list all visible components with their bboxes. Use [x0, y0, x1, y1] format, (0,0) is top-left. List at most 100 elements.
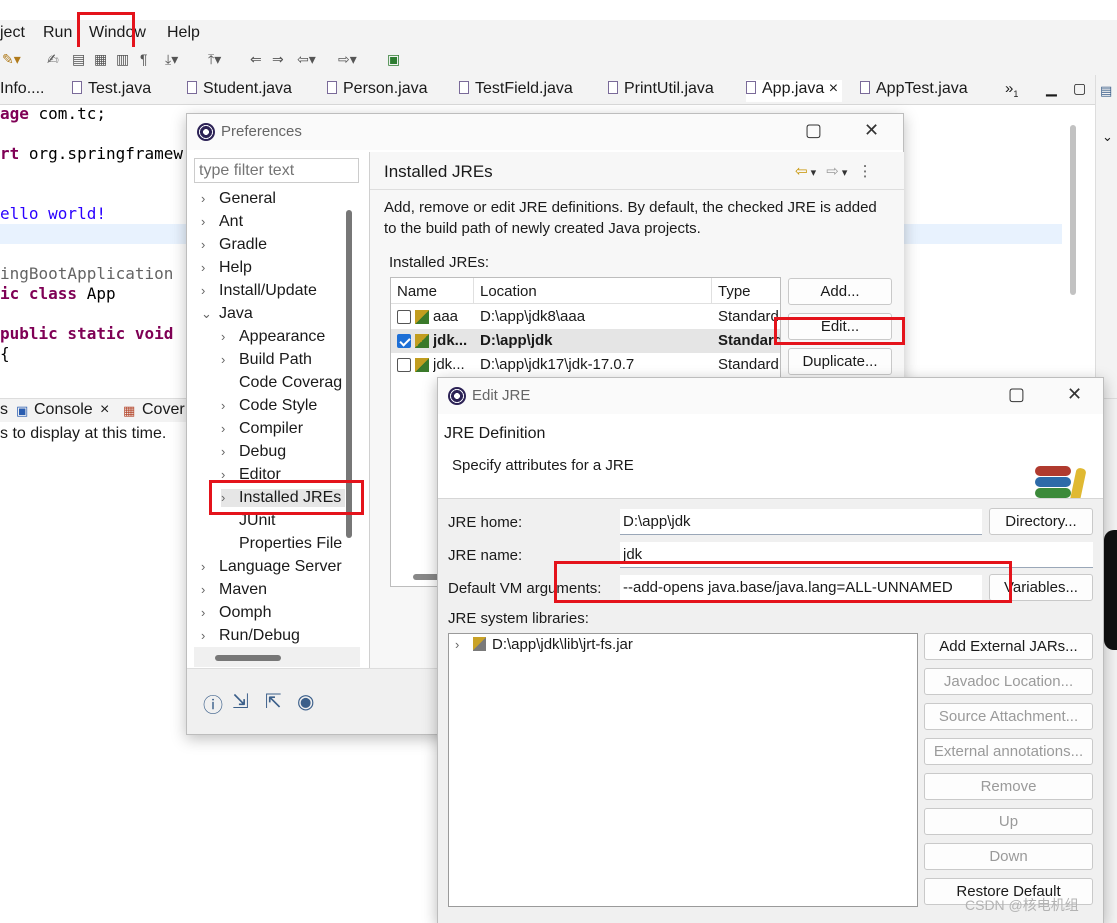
- close-icon[interactable]: ×: [829, 80, 838, 97]
- list-item[interactable]: › D:\app\jdk\lib\jrt-fs.jar: [455, 636, 633, 653]
- tree-item-compiler[interactable]: › Compiler: [221, 420, 303, 438]
- export-icon[interactable]: ⇱: [265, 689, 282, 714]
- chevron-right-icon[interactable]: ›: [455, 637, 473, 652]
- close-icon[interactable]: ✕: [1067, 384, 1082, 405]
- tree-item-install-update[interactable]: › Install/Update: [201, 282, 317, 300]
- tree-item-general[interactable]: › General: [201, 190, 276, 208]
- tab-coverage[interactable]: Cover: [142, 401, 185, 419]
- toolbar-icon-c[interactable]: ▥: [116, 51, 129, 68]
- tree-item-language-servers[interactable]: › Language Server: [201, 558, 342, 576]
- tree-item-ant[interactable]: › Ant: [201, 213, 243, 231]
- tab-apptest-java[interactable]: AppTest.java: [860, 80, 968, 102]
- tree-item-build-path[interactable]: › Build Path: [221, 351, 312, 369]
- column-header-type[interactable]: Type: [712, 278, 780, 304]
- tree-horizontal-scrollbar[interactable]: [215, 655, 281, 661]
- tab-testfield-java[interactable]: TestField.java: [459, 80, 573, 102]
- chevron-down-icon[interactable]: ▾: [811, 167, 820, 179]
- row-checkbox[interactable]: [397, 358, 411, 372]
- menu-run[interactable]: Run: [43, 24, 72, 42]
- edit-jre-titlebar[interactable]: Edit JRE ▢ ✕: [438, 378, 1103, 414]
- tab-test-java[interactable]: Test.java: [72, 80, 151, 102]
- tree-item-help[interactable]: › Help: [201, 259, 252, 277]
- add-jre-button[interactable]: Add...: [788, 278, 892, 305]
- javadoc-location-button[interactable]: Javadoc Location...: [924, 668, 1093, 695]
- tree-item-run-debug[interactable]: › Run/Debug: [201, 627, 300, 645]
- tree-item-oomph[interactable]: › Oomph: [201, 604, 271, 622]
- minimize-icon[interactable]: ▁: [1046, 80, 1057, 102]
- tab-console[interactable]: Console: [34, 401, 93, 419]
- filter-input[interactable]: [194, 158, 359, 183]
- tree-item-properties-files[interactable]: Properties File: [221, 535, 342, 553]
- add-external-jars-button[interactable]: Add External JARs...: [924, 633, 1093, 660]
- launch-icon[interactable]: ✎▾: [2, 51, 21, 68]
- forward-icon[interactable]: ⇨▾: [338, 51, 357, 68]
- up-button[interactable]: Up: [924, 808, 1093, 835]
- code-line-package: age com.tc;: [0, 104, 106, 123]
- back-icon[interactable]: ⇦: [795, 163, 811, 180]
- preferences-titlebar[interactable]: Preferences ▢ ✕: [187, 114, 903, 150]
- java-file-icon: [327, 81, 337, 94]
- highlight-edit-button: [774, 317, 905, 345]
- source-attachment-button[interactable]: Source Attachment...: [924, 703, 1093, 730]
- maximize-icon[interactable]: ▢: [1073, 80, 1086, 102]
- help-icon[interactable]: ⓘ: [203, 689, 223, 718]
- toolbar-icon-b[interactable]: ▦: [94, 51, 107, 68]
- back-edit-icon[interactable]: ⇐: [250, 51, 262, 68]
- outline-icon[interactable]: ▤: [1100, 83, 1112, 99]
- forward-edit-icon[interactable]: ⇒: [272, 51, 284, 68]
- tab-app-java[interactable]: App.java ×: [746, 80, 843, 102]
- annotation-icon[interactable]: ✍: [47, 51, 59, 68]
- tree-item-code-style[interactable]: › Code Style: [221, 397, 317, 415]
- back-icon[interactable]: ⇦▾: [297, 51, 316, 68]
- tab-overflow[interactable]: »1: [1005, 80, 1018, 102]
- editor-scrollbar[interactable]: [1070, 125, 1076, 295]
- nav-icon-a[interactable]: ⤓▾: [165, 51, 178, 68]
- close-icon[interactable]: ✕: [864, 120, 879, 141]
- table-row[interactable]: jdk... D:\app\jdk17\jdk-17.0.7 Standard: [391, 353, 780, 377]
- forward-icon[interactable]: ⇨: [826, 163, 842, 180]
- tab-student-java[interactable]: Student.java: [187, 80, 292, 102]
- tab-info[interactable]: Info....: [0, 80, 44, 102]
- table-row[interactable]: aaa D:\app\jdk8\aaa Standard: [391, 305, 780, 329]
- row-checkbox-checked[interactable]: [397, 334, 411, 348]
- tree-item-java[interactable]: ⌄ Java: [201, 305, 253, 323]
- maximize-icon[interactable]: ▢: [1008, 384, 1025, 405]
- editor-tab-bar: Info.... Test.java Student.java Person.j…: [0, 75, 1095, 105]
- tab-person-java[interactable]: Person.java: [327, 80, 428, 102]
- column-header-name[interactable]: Name: [391, 278, 474, 304]
- external-annotations-button[interactable]: External annotations...: [924, 738, 1093, 765]
- menu-dots-icon[interactable]: ⋮: [858, 163, 876, 180]
- import-icon[interactable]: ⇲: [232, 689, 249, 714]
- open-perspective-icon[interactable]: ▣: [387, 51, 400, 68]
- toolbar-icon-a[interactable]: ▤: [72, 51, 85, 68]
- menu-project[interactable]: ject: [0, 24, 25, 42]
- chevron-right-icon: ›: [201, 214, 206, 229]
- record-icon[interactable]: ◉: [297, 689, 314, 714]
- close-icon[interactable]: ×: [100, 401, 109, 419]
- tab-problems-fragment[interactable]: s: [0, 401, 8, 419]
- maximize-icon[interactable]: ▢: [805, 120, 822, 141]
- tree-item-code-coverage[interactable]: Code Coverag: [221, 374, 342, 392]
- jre-home-input[interactable]: [620, 509, 982, 535]
- menu-bar: ject Run Window Help: [0, 20, 1117, 47]
- nav-icon-b[interactable]: ⤒▾: [208, 51, 221, 68]
- java-file-icon: [860, 81, 870, 94]
- pilcrow-icon[interactable]: ¶: [140, 51, 148, 67]
- chevron-down-icon[interactable]: ▾: [842, 167, 851, 179]
- tree-item-appearance[interactable]: › Appearance: [221, 328, 325, 346]
- highlight-vm-arguments: [554, 561, 1012, 603]
- eclipse-icon: [448, 387, 466, 405]
- column-header-location[interactable]: Location: [474, 278, 712, 304]
- down-button[interactable]: Down: [924, 843, 1093, 870]
- remove-button[interactable]: Remove: [924, 773, 1093, 800]
- table-row-selected[interactable]: jdk... D:\app\jdk Standard: [391, 329, 780, 353]
- duplicate-jre-button[interactable]: Duplicate...: [788, 348, 892, 375]
- directory-button[interactable]: Directory...: [989, 508, 1093, 535]
- tree-item-gradle[interactable]: › Gradle: [201, 236, 267, 254]
- tree-item-maven[interactable]: › Maven: [201, 581, 267, 599]
- chevron-down-icon[interactable]: ⌄: [1102, 129, 1113, 145]
- menu-help[interactable]: Help: [167, 24, 200, 42]
- tree-item-debug[interactable]: › Debug: [221, 443, 286, 461]
- row-checkbox[interactable]: [397, 310, 411, 324]
- tab-printutil-java[interactable]: PrintUtil.java: [608, 80, 714, 102]
